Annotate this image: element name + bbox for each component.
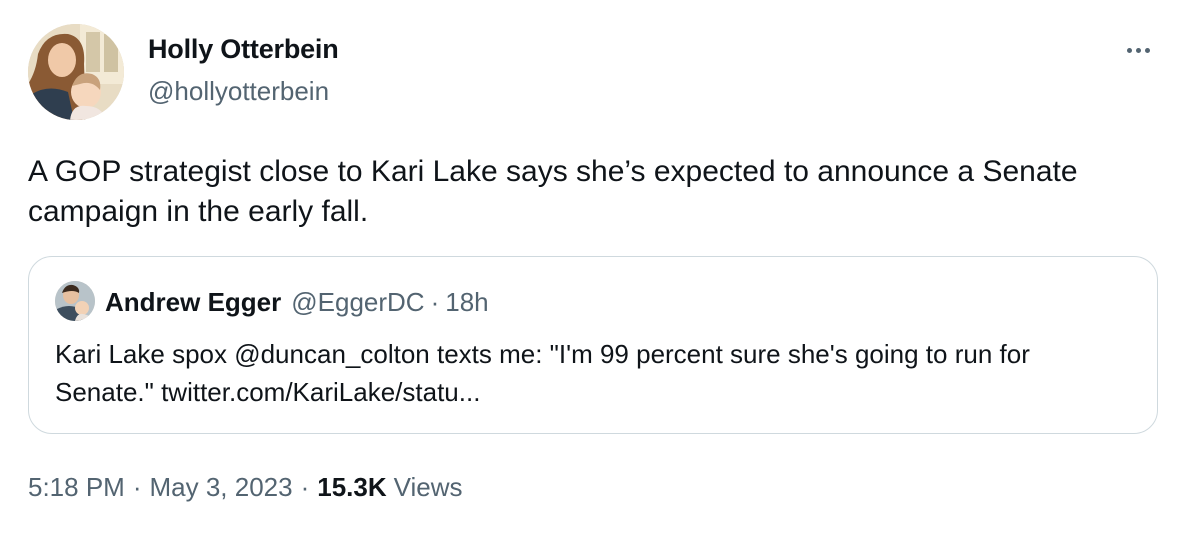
views-label[interactable]: Views (394, 472, 463, 503)
quoted-tweet[interactable]: Andrew Egger @EggerDC · 18h Kari Lake sp… (28, 256, 1158, 434)
more-options-button[interactable] (1118, 36, 1158, 64)
meta-separator: · (132, 472, 142, 502)
meta-separator: · (300, 472, 310, 502)
author-avatar[interactable] (28, 24, 124, 120)
quoted-author-display-name[interactable]: Andrew Egger (105, 287, 281, 318)
author-avatar-photo (28, 24, 124, 120)
more-horizontal-icon-dot (1144, 47, 1150, 53)
quoted-tweet-time[interactable]: 18h (445, 287, 488, 318)
more-horizontal-icon (1126, 47, 1132, 53)
tweet-time[interactable]: 5:18 PM (28, 472, 125, 503)
quoted-author-avatar-photo (55, 281, 95, 321)
tweet-date[interactable]: May 3, 2023 (150, 472, 293, 503)
quoted-author-handle[interactable]: @EggerDC (291, 287, 424, 318)
quoted-author-avatar[interactable] (55, 281, 95, 321)
author-handle[interactable]: @hollyotterbein (148, 76, 329, 107)
more-horizontal-icon-dot (1135, 47, 1141, 53)
tweet-card: Holly Otterbein @hollyotterbein A GOP st… (0, 0, 1190, 540)
author-display-name[interactable]: Holly Otterbein (148, 34, 339, 65)
quoted-tweet-text: Kari Lake spox @duncan_colton texts me: … (55, 339, 1030, 407)
quoted-header-separator: · (430, 287, 440, 317)
tweet-text: A GOP strategist close to Kari Lake says… (28, 155, 1078, 228)
tweet-meta: 5:18 PM · May 3, 2023 · 15.3K Views (28, 472, 463, 503)
views-count[interactable]: 15.3K (317, 472, 386, 503)
quoted-tweet-header: Andrew Egger @EggerDC · 18h (105, 287, 489, 318)
